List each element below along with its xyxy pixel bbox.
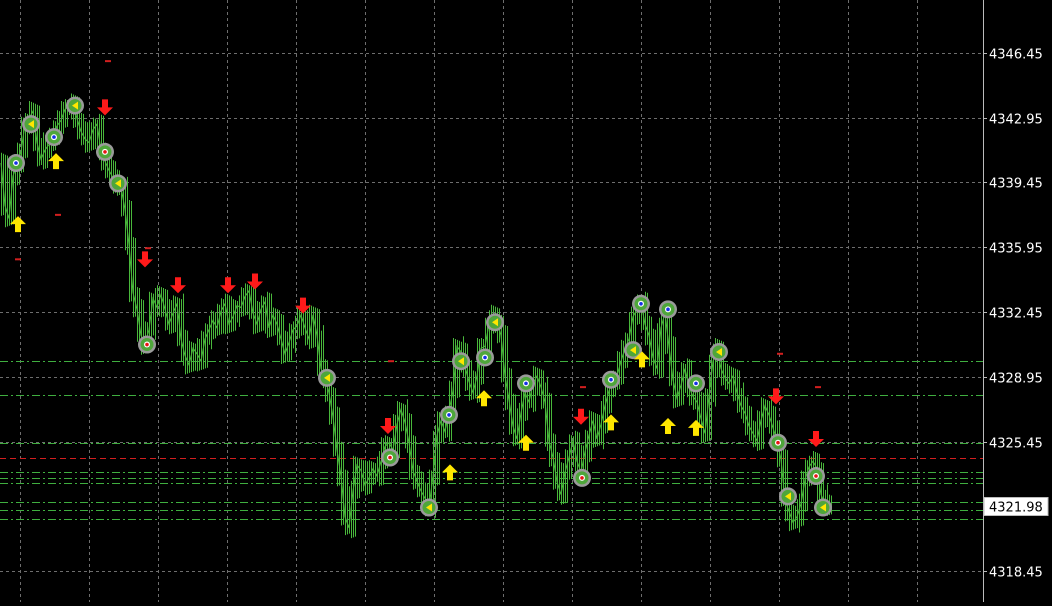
buy-arrow — [518, 434, 534, 451]
tick-label: 4342.95 — [989, 113, 1043, 128]
marker-dot — [814, 474, 818, 478]
level-lines — [0, 361, 983, 520]
sell-arrow — [768, 388, 784, 405]
buy-arrow — [476, 390, 492, 407]
marker-dot — [666, 307, 670, 312]
tick-label: 4318.45 — [989, 566, 1043, 581]
marker-dot — [388, 455, 392, 460]
marker-dot — [447, 413, 451, 417]
marker-dot — [694, 381, 698, 386]
marker-dot — [483, 355, 487, 360]
sell-arrow — [97, 99, 113, 116]
marker-dot — [52, 135, 56, 139]
sell-arrow — [573, 408, 589, 425]
grid — [0, 0, 983, 602]
price-series — [0, 93, 832, 539]
tick-label: 4335.95 — [989, 242, 1043, 257]
buy-arrow — [48, 153, 64, 170]
price-axis: 4346.45 4342.95 4339.45 4335.95 4332.45 4328.… — [983, 0, 1049, 602]
signal-markers — [7, 96, 832, 517]
marker-dot — [776, 440, 780, 445]
marker-dot — [14, 161, 18, 165]
current-price-label: 4321.98 — [989, 501, 1043, 516]
sell-arrow — [220, 277, 236, 294]
marker-dot — [609, 377, 613, 382]
price-chart: 4346.45 4342.95 4339.45 4335.95 4332.45 4328.… — [0, 0, 1052, 602]
tick-label: 4328.95 — [989, 372, 1043, 387]
marker-dot — [524, 381, 528, 386]
marker-dot — [145, 342, 149, 347]
sell-arrow — [808, 430, 824, 447]
buy-arrow — [442, 464, 458, 481]
tick-label: 4325.45 — [989, 437, 1043, 452]
marker-dot — [103, 150, 107, 154]
small-ticks — [15, 60, 821, 389]
marker-dot — [639, 301, 643, 306]
buy-arrow — [10, 216, 26, 233]
sell-arrow — [137, 251, 153, 268]
tick-label: 4339.45 — [989, 177, 1043, 192]
tick-label: 4346.45 — [989, 48, 1043, 63]
tick-label: 4332.45 — [989, 307, 1043, 322]
sell-arrow — [170, 277, 186, 294]
marker-dot — [580, 476, 584, 480]
chart-canvas: 4346.45 4342.95 4339.45 4335.95 4332.45 4328.… — [0, 0, 1049, 602]
buy-arrow — [660, 418, 676, 435]
